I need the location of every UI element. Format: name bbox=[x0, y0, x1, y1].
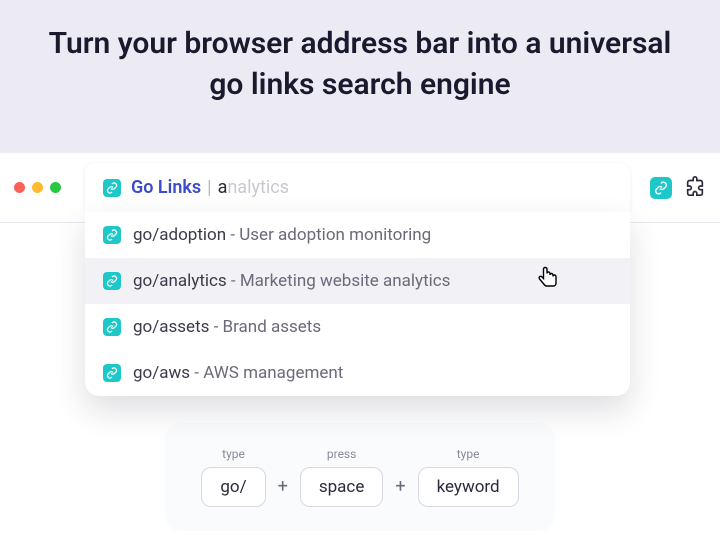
suggestion-text: go/adoption - User adoption monitoring bbox=[133, 225, 431, 245]
extensions-puzzle-icon[interactable] bbox=[684, 175, 706, 201]
suggestions-dropdown: go/adoption - User adoption monitoring go… bbox=[85, 212, 630, 396]
go-links-icon bbox=[103, 272, 121, 290]
go-links-icon bbox=[103, 364, 121, 382]
go-links-extension-icon[interactable] bbox=[650, 177, 672, 199]
close-dot[interactable] bbox=[14, 182, 25, 193]
traffic-lights bbox=[14, 182, 61, 193]
go-links-icon bbox=[103, 179, 121, 197]
go-links-icon bbox=[103, 318, 121, 336]
cursor-hand-icon bbox=[538, 266, 560, 297]
extension-icons bbox=[650, 175, 706, 201]
minimize-dot[interactable] bbox=[32, 182, 43, 193]
plus-icon: + bbox=[278, 476, 288, 507]
suggestion-item[interactable]: go/adoption - User adoption monitoring bbox=[85, 212, 630, 258]
hero-section: Turn your browser address bar into a uni… bbox=[0, 0, 720, 153]
suggestion-item[interactable]: go/aws - AWS management bbox=[85, 350, 630, 396]
browser-chrome: Go Links|analytics go/adoption - User ad… bbox=[0, 153, 720, 223]
plus-icon: + bbox=[395, 476, 405, 507]
address-bar[interactable]: Go Links|analytics bbox=[85, 163, 630, 212]
suggestion-text: go/aws - AWS management bbox=[133, 363, 343, 383]
maximize-dot[interactable] bbox=[50, 182, 61, 193]
suggestion-text: go/analytics - Marketing website analyti… bbox=[133, 271, 450, 291]
omnibox-wrapper: Go Links|analytics go/adoption - User ad… bbox=[85, 163, 630, 212]
headline: Turn your browser address bar into a uni… bbox=[40, 24, 680, 105]
pill-go: go/ bbox=[201, 467, 265, 507]
suggestion-item[interactable]: go/analytics - Marketing website analyti… bbox=[85, 258, 630, 304]
step-3: type keyword bbox=[418, 447, 519, 507]
omnibox-text: Go Links|analytics bbox=[131, 177, 289, 198]
go-links-icon bbox=[103, 226, 121, 244]
instructions-row: type go/ + press space + type keyword bbox=[165, 423, 554, 531]
pill-space: space bbox=[300, 467, 383, 507]
suggestion-text: go/assets - Brand assets bbox=[133, 317, 321, 337]
step-2: press space bbox=[300, 447, 383, 507]
pill-keyword: keyword bbox=[418, 467, 519, 507]
suggestion-item[interactable]: go/assets - Brand assets bbox=[85, 304, 630, 350]
step-1: type go/ bbox=[201, 447, 265, 507]
